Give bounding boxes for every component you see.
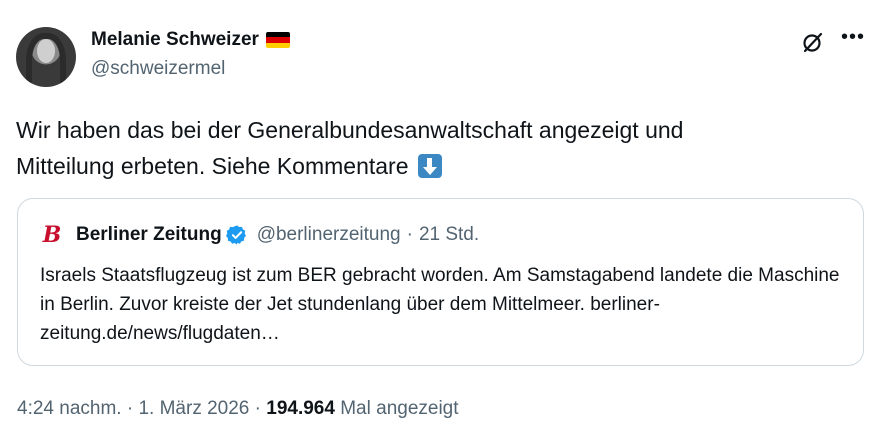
post-time[interactable]: 4:24 nachm. [17, 398, 122, 419]
more-options-icon[interactable]: ••• [841, 27, 865, 52]
quoted-author-handle[interactable]: @berlinerzeitung [257, 224, 401, 246]
tweet-text-line-2: Mitteilung erbeten. Siehe Kommentare [16, 153, 409, 179]
post-date[interactable]: 1. März 2026 [138, 398, 249, 419]
quoted-tweet-header: B Berliner Zeitung @berlinerzeitung · 21… [40, 223, 479, 247]
berliner-zeitung-logo-icon[interactable]: B [40, 223, 64, 247]
views-count: 194.964 [266, 398, 335, 419]
verified-badge-icon [225, 225, 246, 245]
author-name-row[interactable]: Melanie Schweizer [91, 29, 290, 51]
grok-icon[interactable] [801, 30, 825, 54]
tweet-footer: 4:24 nachm. · 1. März 2026 · 194.964 Mal… [17, 398, 459, 420]
quoted-tweet-text: Israels Staatsflugzeug ist zum BER gebra… [40, 265, 840, 344]
views-label: Mal angezeigt [340, 398, 459, 419]
avatar-face [37, 39, 55, 63]
author-handle[interactable]: @schweizermel [91, 58, 225, 80]
quoted-author-name[interactable]: Berliner Zeitung [76, 224, 222, 246]
quoted-tweet-time[interactable]: 21 Std. [419, 224, 479, 246]
meta-separator: · [126, 398, 139, 419]
avatar[interactable] [16, 27, 76, 87]
quoted-tweet-card[interactable]: B Berliner Zeitung @berlinerzeitung · 21… [17, 198, 864, 366]
germany-flag-icon [265, 32, 290, 48]
tweet-text: Wir haben das bei der Generalbundesanwal… [16, 112, 856, 184]
tweet-text-line-1: Wir haben das bei der Generalbundesanwal… [16, 117, 684, 143]
down-arrow-emoji-icon [417, 154, 442, 178]
meta-separator: · [254, 398, 267, 419]
author-name[interactable]: Melanie Schweizer [91, 29, 259, 51]
meta-separator: · [406, 224, 413, 245]
